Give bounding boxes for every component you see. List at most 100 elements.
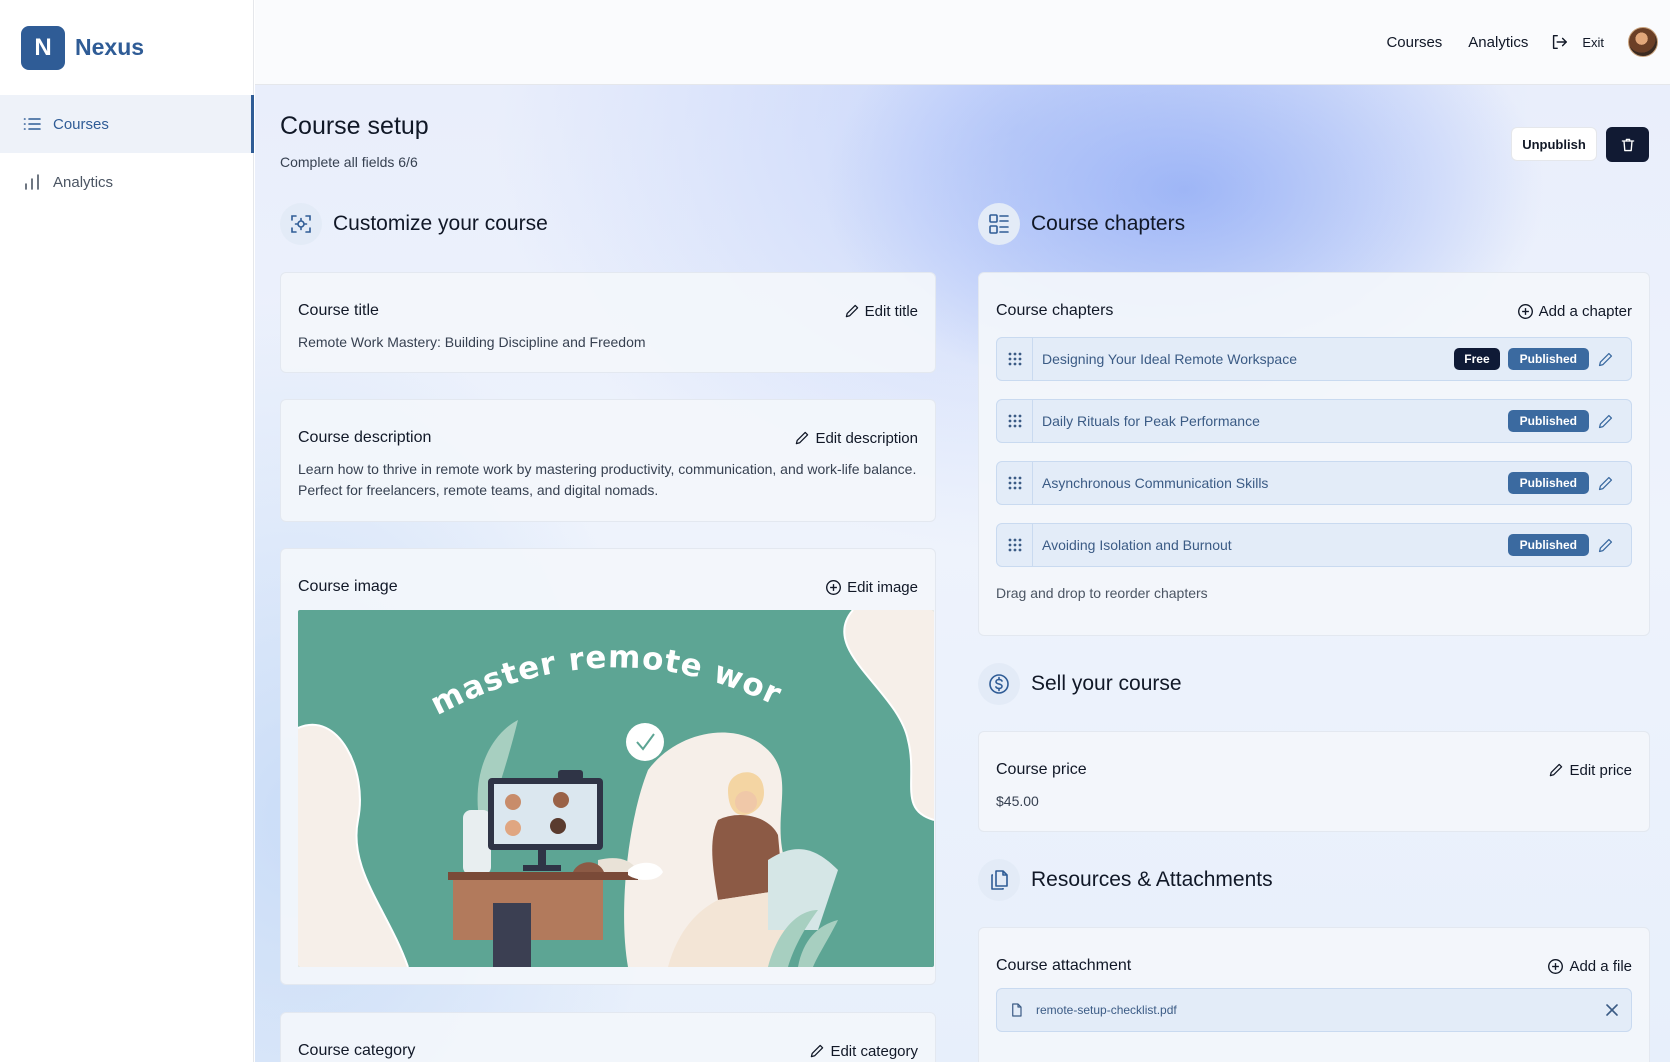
chapter-item[interactable]: Designing Your Ideal Remote Workspace Fr… <box>996 337 1632 381</box>
course-category-label: Course category <box>298 1042 416 1059</box>
files-icon <box>978 859 1020 901</box>
main-content: Courses Analytics Exit Course setup Comp… <box>255 0 1670 1062</box>
trash-icon <box>1621 138 1634 151</box>
course-title-value: Remote Work Mastery: Building Discipline… <box>298 334 646 350</box>
add-file-button[interactable]: Add a file <box>1547 958 1632 975</box>
resources-heading: Resources & Attachments <box>1031 868 1273 891</box>
drag-handle-icon[interactable] <box>997 462 1033 504</box>
pencil-icon <box>1598 352 1613 366</box>
pencil-icon <box>811 1044 824 1058</box>
brand-name: Nexus <box>75 34 145 60</box>
add-chapter-button[interactable]: Add a chapter <box>1517 303 1632 320</box>
attachment-filename: remote-setup-checklist.pdf <box>1036 1003 1177 1017</box>
chapters-section-header: Course chapters <box>978 203 1185 245</box>
unpublish-button[interactable]: Unpublish <box>1511 127 1597 161</box>
pencil-icon <box>1598 414 1613 428</box>
edit-chapter-button[interactable] <box>1597 475 1617 492</box>
chapter-title: Designing Your Ideal Remote Workspace <box>1042 351 1298 367</box>
edit-description-label: Edit description <box>815 429 918 447</box>
chapter-item[interactable]: Daily Rituals for Peak Performance Publi… <box>996 399 1632 443</box>
exit-button[interactable]: Exit <box>1550 33 1604 51</box>
edit-title-label: Edit title <box>864 302 918 320</box>
chapters-heading: Course chapters <box>1031 212 1186 235</box>
chapter-title: Avoiding Isolation and Burnout <box>1042 537 1232 553</box>
drag-handle-icon[interactable] <box>997 400 1033 442</box>
logout-icon <box>1553 34 1568 50</box>
course-description-label: Course description <box>298 429 432 446</box>
free-badge: Free <box>1454 348 1500 370</box>
pencil-icon <box>1550 763 1563 777</box>
edit-image-label: Edit image <box>847 578 918 596</box>
bar-chart-icon <box>22 172 42 192</box>
sidebar: N Nexus Courses Analytics <box>0 0 254 1062</box>
course-image-label: Course image <box>298 578 398 595</box>
course-title-label: Course title <box>298 302 379 319</box>
sell-heading: Sell your course <box>1031 672 1182 695</box>
course-image-card: Course image Edit image master remote wo… <box>280 548 936 985</box>
chapters-card: Course chapters Add a chapter Designing … <box>978 272 1650 636</box>
customize-icon <box>280 203 322 245</box>
edit-chapter-button[interactable] <box>1597 537 1617 554</box>
edit-category-label: Edit category <box>830 1042 918 1060</box>
edit-description-button[interactable]: Edit description <box>794 430 918 447</box>
course-description-card: Course description Edit description Lear… <box>280 399 936 522</box>
delete-course-button[interactable] <box>1606 127 1649 162</box>
drag-handle-icon[interactable] <box>997 524 1033 566</box>
edit-chapter-button[interactable] <box>1597 351 1617 368</box>
page-title: Course setup <box>280 112 429 140</box>
topbar: Courses Analytics Exit <box>255 0 1670 85</box>
edit-chapter-button[interactable] <box>1597 413 1617 430</box>
brand-logo: N <box>21 25 65 70</box>
course-price-value: $45.00 <box>996 793 1039 809</box>
chapters-card-title: Course chapters <box>996 302 1114 319</box>
edit-price-label: Edit price <box>1569 761 1632 779</box>
file-icon <box>1012 1003 1022 1017</box>
exit-label: Exit <box>1582 34 1604 50</box>
edit-price-button[interactable]: Edit price <box>1548 762 1632 779</box>
sidebar-item-label: Courses <box>53 115 109 133</box>
completion-status: Complete all fields 6/6 <box>280 154 418 170</box>
chapter-item[interactable]: Asynchronous Communication Skills Publis… <box>996 461 1632 505</box>
attachment-item[interactable]: remote-setup-checklist.pdf <box>996 988 1632 1032</box>
course-price-label: Course price <box>996 761 1087 778</box>
list-icon <box>22 114 42 134</box>
avatar[interactable] <box>1628 27 1658 57</box>
topbar-courses-link[interactable]: Courses <box>1386 34 1442 51</box>
layout-list-icon <box>978 203 1020 245</box>
customize-section-header: Customize your course <box>280 203 548 245</box>
sidebar-item-courses[interactable]: Courses <box>0 95 254 153</box>
chapter-item[interactable]: Avoiding Isolation and Burnout Published <box>996 523 1632 567</box>
plus-circle-icon <box>1548 958 1564 974</box>
pencil-icon <box>1598 538 1613 552</box>
edit-category-button[interactable]: Edit category <box>809 1043 918 1060</box>
page-header: Course setup Complete all fields 6/6 <box>280 112 429 170</box>
brand[interactable]: N Nexus <box>0 0 253 95</box>
chapter-title: Daily Rituals for Peak Performance <box>1042 413 1260 429</box>
course-attachment-label: Course attachment <box>996 957 1132 974</box>
drag-handle-icon[interactable] <box>997 338 1033 380</box>
course-attachment-card: Course attachment Add a file remote-setu… <box>978 927 1650 1062</box>
sidebar-item-analytics[interactable]: Analytics <box>0 153 253 211</box>
add-file-label: Add a file <box>1569 957 1632 975</box>
close-icon[interactable] <box>1605 1003 1619 1017</box>
course-price-card: Course price Edit price $45.00 <box>978 731 1650 832</box>
edit-image-button[interactable]: Edit image <box>825 579 918 596</box>
dollar-circle-icon <box>978 663 1020 705</box>
topbar-analytics-link[interactable]: Analytics <box>1468 34 1528 51</box>
resources-section-header: Resources & Attachments <box>978 859 1273 901</box>
chapter-title: Asynchronous Communication Skills <box>1042 475 1269 491</box>
course-description-value: Learn how to thrive in remote work by ma… <box>298 461 917 498</box>
published-badge: Published <box>1507 410 1589 432</box>
plus-circle-icon <box>826 579 842 595</box>
plus-circle-icon <box>1517 303 1533 319</box>
sidebar-item-label: Analytics <box>53 173 114 191</box>
pencil-icon <box>796 431 809 445</box>
reorder-hint: Drag and drop to reorder chapters <box>996 585 1208 601</box>
published-badge: Published <box>1507 534 1589 556</box>
published-badge: Published <box>1507 348 1589 370</box>
sell-section-header: Sell your course <box>978 663 1182 705</box>
published-badge: Published <box>1507 472 1589 494</box>
course-title-card: Course title Edit title Remote Work Mast… <box>280 272 936 373</box>
edit-title-button[interactable]: Edit title <box>844 303 918 320</box>
add-chapter-label: Add a chapter <box>1538 302 1632 320</box>
